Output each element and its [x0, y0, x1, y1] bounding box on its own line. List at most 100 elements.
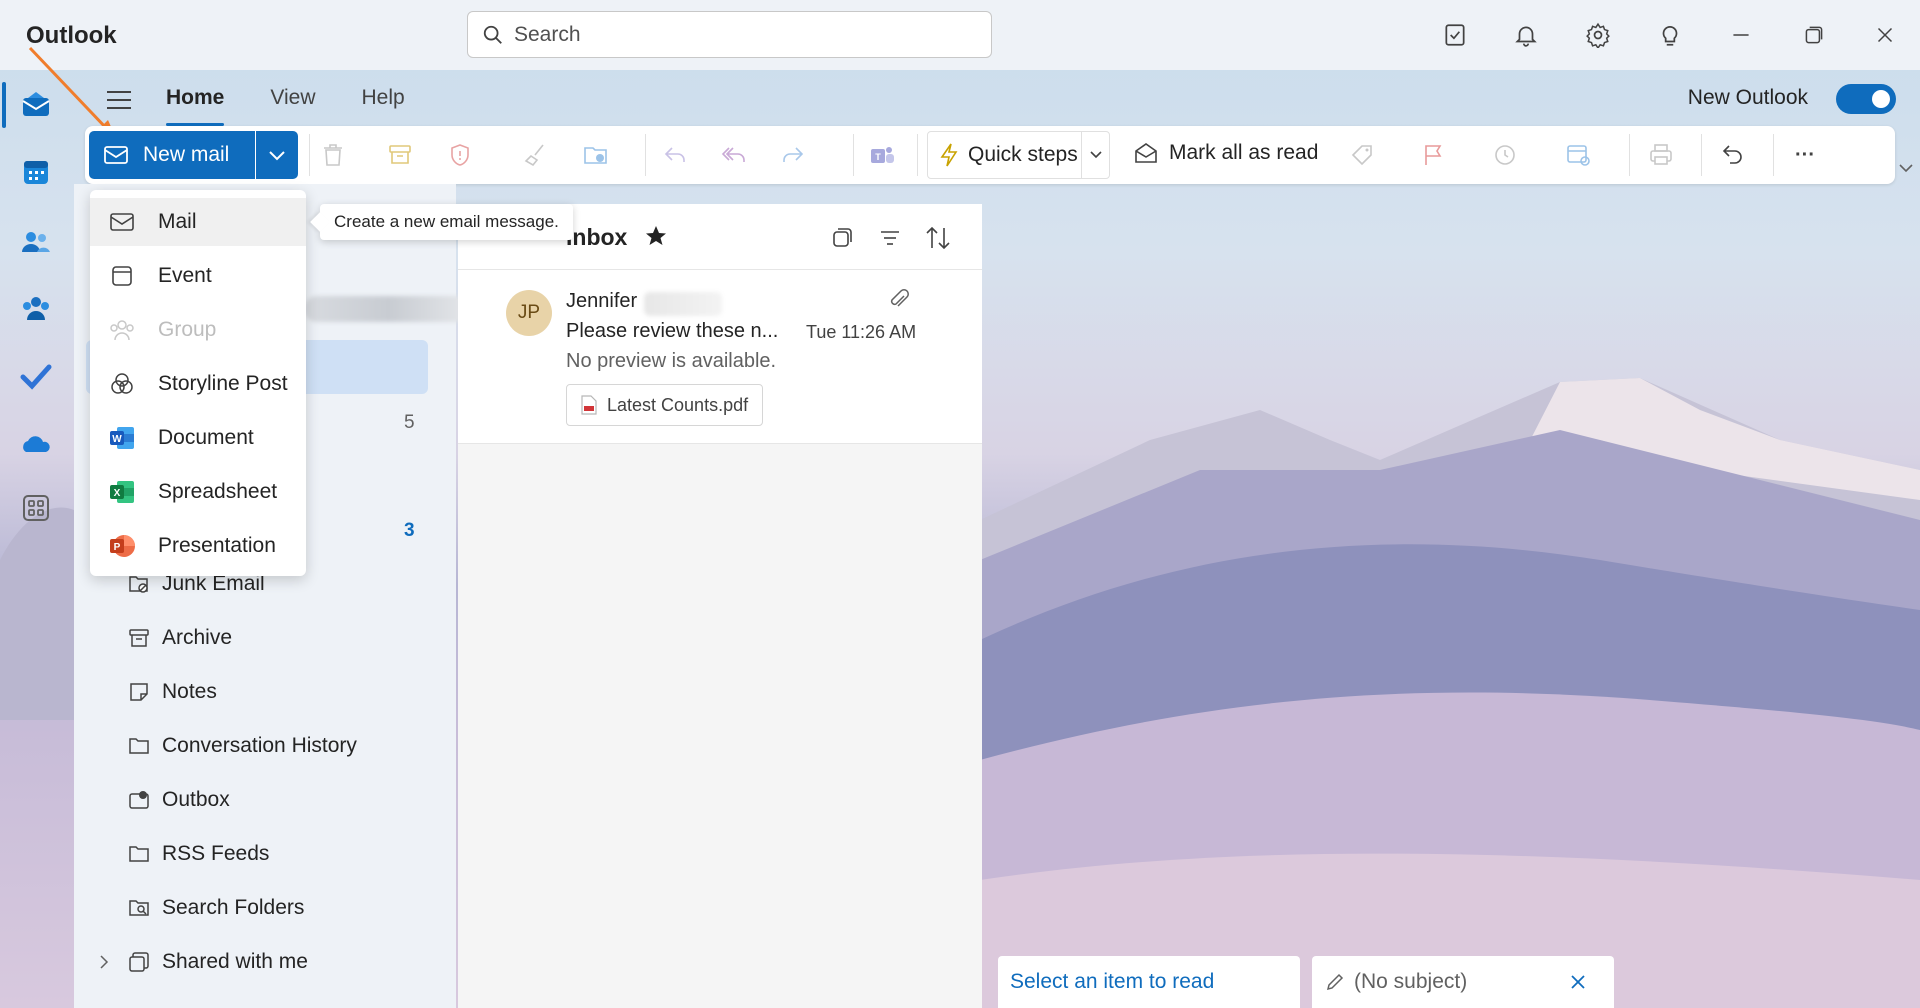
filter-icon[interactable]	[878, 226, 902, 250]
folder-conversation-history[interactable]: Conversation History	[126, 726, 357, 766]
print-icon[interactable]	[1646, 140, 1676, 170]
mail-app-icon[interactable]	[18, 86, 54, 122]
chevron-right-icon[interactable]	[98, 954, 110, 970]
shared-icon	[126, 949, 152, 975]
tab-home[interactable]: Home	[166, 86, 225, 126]
new-mail-dropdown-button[interactable]	[256, 131, 298, 179]
folder-icon	[126, 841, 152, 867]
more-options-icon[interactable]: ···	[1790, 140, 1820, 170]
inbox-title-text: Inbox	[566, 224, 628, 250]
folder-notes[interactable]: Notes	[126, 672, 217, 712]
reading-pane-tab[interactable]: Select an item to read	[998, 956, 1300, 1008]
menu-item-label: Group	[158, 318, 217, 341]
star-icon[interactable]	[644, 224, 668, 248]
groups-app-icon[interactable]	[18, 290, 54, 326]
folder-rss-feeds[interactable]: RSS Feeds	[126, 834, 269, 874]
new-outlook-toggle[interactable]	[1836, 84, 1896, 114]
gear-icon[interactable]	[1583, 20, 1613, 50]
word-icon: W	[108, 424, 136, 452]
outbox-icon	[126, 787, 152, 813]
ribbon-divider	[1701, 134, 1702, 176]
message-item[interactable]: JP Jennifer Please review these n... Tue…	[458, 270, 982, 444]
menu-item-event[interactable]: Event	[90, 252, 306, 300]
mail-icon	[108, 208, 136, 236]
lightbulb-icon[interactable]	[1655, 20, 1685, 50]
tag-icon[interactable]	[1347, 140, 1377, 170]
search-icon	[483, 25, 502, 44]
folder-shared-with-me[interactable]: Shared with me	[98, 942, 308, 982]
svg-text:T: T	[875, 152, 881, 162]
menu-item-presentation[interactable]: P Presentation	[90, 522, 306, 570]
draft-tab[interactable]: (No subject)	[1312, 956, 1614, 1008]
folder-outbox[interactable]: Outbox	[126, 780, 230, 820]
snooze-icon[interactable]	[1490, 140, 1520, 170]
minimize-icon[interactable]	[1726, 20, 1756, 50]
menu-item-mail[interactable]: Mail	[90, 198, 306, 246]
ribbon-divider	[853, 134, 854, 176]
search-placeholder: Search	[514, 22, 581, 46]
reply-all-icon[interactable]	[719, 140, 749, 170]
people-app-icon[interactable]	[18, 224, 54, 260]
folder-archive[interactable]: Archive	[126, 618, 232, 658]
sweep-icon[interactable]	[521, 140, 551, 170]
todo-app-icon[interactable]	[18, 358, 54, 394]
folder-label: RSS Feeds	[162, 842, 270, 865]
ribbon-tabs: Home View Help	[100, 78, 451, 126]
apps-grid-icon[interactable]	[18, 490, 54, 526]
select-all-icon[interactable]	[830, 226, 854, 250]
reply-icon[interactable]	[660, 140, 690, 170]
expand-ribbon-icon[interactable]	[1898, 162, 1914, 174]
ribbon-divider	[645, 134, 646, 176]
menu-item-spreadsheet[interactable]: X Spreadsheet	[90, 468, 306, 516]
mark-all-read-label: Mark all as read	[1169, 141, 1319, 164]
quick-steps-label: Quick steps	[968, 143, 1078, 166]
menu-item-label: Presentation	[158, 534, 276, 557]
powerpoint-icon: P	[108, 532, 136, 560]
quick-steps-dropdown[interactable]	[1081, 132, 1109, 178]
flag-icon[interactable]	[1418, 140, 1448, 170]
folder-label: Archive	[162, 626, 233, 649]
close-draft-icon[interactable]	[1568, 972, 1588, 992]
undo-icon[interactable]	[1718, 140, 1748, 170]
archive-icon[interactable]	[385, 140, 415, 170]
avatar: JP	[506, 290, 552, 336]
lightning-icon	[940, 143, 958, 167]
my-day-icon[interactable]	[1440, 20, 1470, 50]
menu-item-label: Storyline Post	[158, 372, 288, 395]
svg-text:P: P	[114, 542, 121, 553]
new-mail-label: New mail	[143, 143, 230, 166]
ribbon-toolbar: New mail T Quick steps Mark all as read …	[85, 126, 1895, 184]
tab-view[interactable]: View	[270, 86, 315, 114]
notes-icon	[126, 679, 152, 705]
menu-item-label: Event	[158, 264, 212, 287]
bell-icon[interactable]	[1511, 20, 1541, 50]
move-to-icon[interactable]	[581, 140, 611, 170]
rules-icon[interactable]	[1564, 140, 1594, 170]
rail-selection-indicator	[2, 82, 6, 128]
sort-icon[interactable]	[924, 224, 952, 252]
mark-all-read-button[interactable]: Mark all as read	[1133, 140, 1318, 166]
search-box[interactable]: Search	[467, 11, 992, 58]
pdf-icon	[581, 395, 597, 415]
hamburger-menu-icon[interactable]	[100, 81, 138, 119]
menu-item-group: Group	[90, 306, 306, 354]
folder-label: Notes	[162, 680, 217, 703]
menu-item-label: Mail	[158, 210, 197, 233]
chevron-down-icon	[269, 151, 285, 161]
tab-help[interactable]: Help	[362, 86, 405, 114]
delete-icon[interactable]	[318, 140, 348, 170]
close-icon[interactable]	[1870, 20, 1900, 50]
forward-icon[interactable]	[778, 140, 808, 170]
attachment-chip[interactable]: Latest Counts.pdf	[566, 384, 764, 426]
onedrive-app-icon[interactable]	[18, 426, 54, 462]
calendar-app-icon[interactable]	[18, 154, 54, 190]
new-mail-button[interactable]: New mail	[89, 131, 255, 179]
restore-icon[interactable]	[1799, 20, 1829, 50]
menu-item-storyline-post[interactable]: Storyline Post	[90, 360, 306, 408]
report-icon[interactable]	[445, 140, 475, 170]
menu-item-document[interactable]: W Document	[90, 414, 306, 462]
folder-label: Outbox	[162, 788, 230, 811]
quick-steps-button[interactable]: Quick steps	[927, 131, 1110, 179]
folder-search-folders[interactable]: Search Folders	[126, 888, 304, 928]
teams-icon[interactable]: T	[867, 140, 897, 170]
